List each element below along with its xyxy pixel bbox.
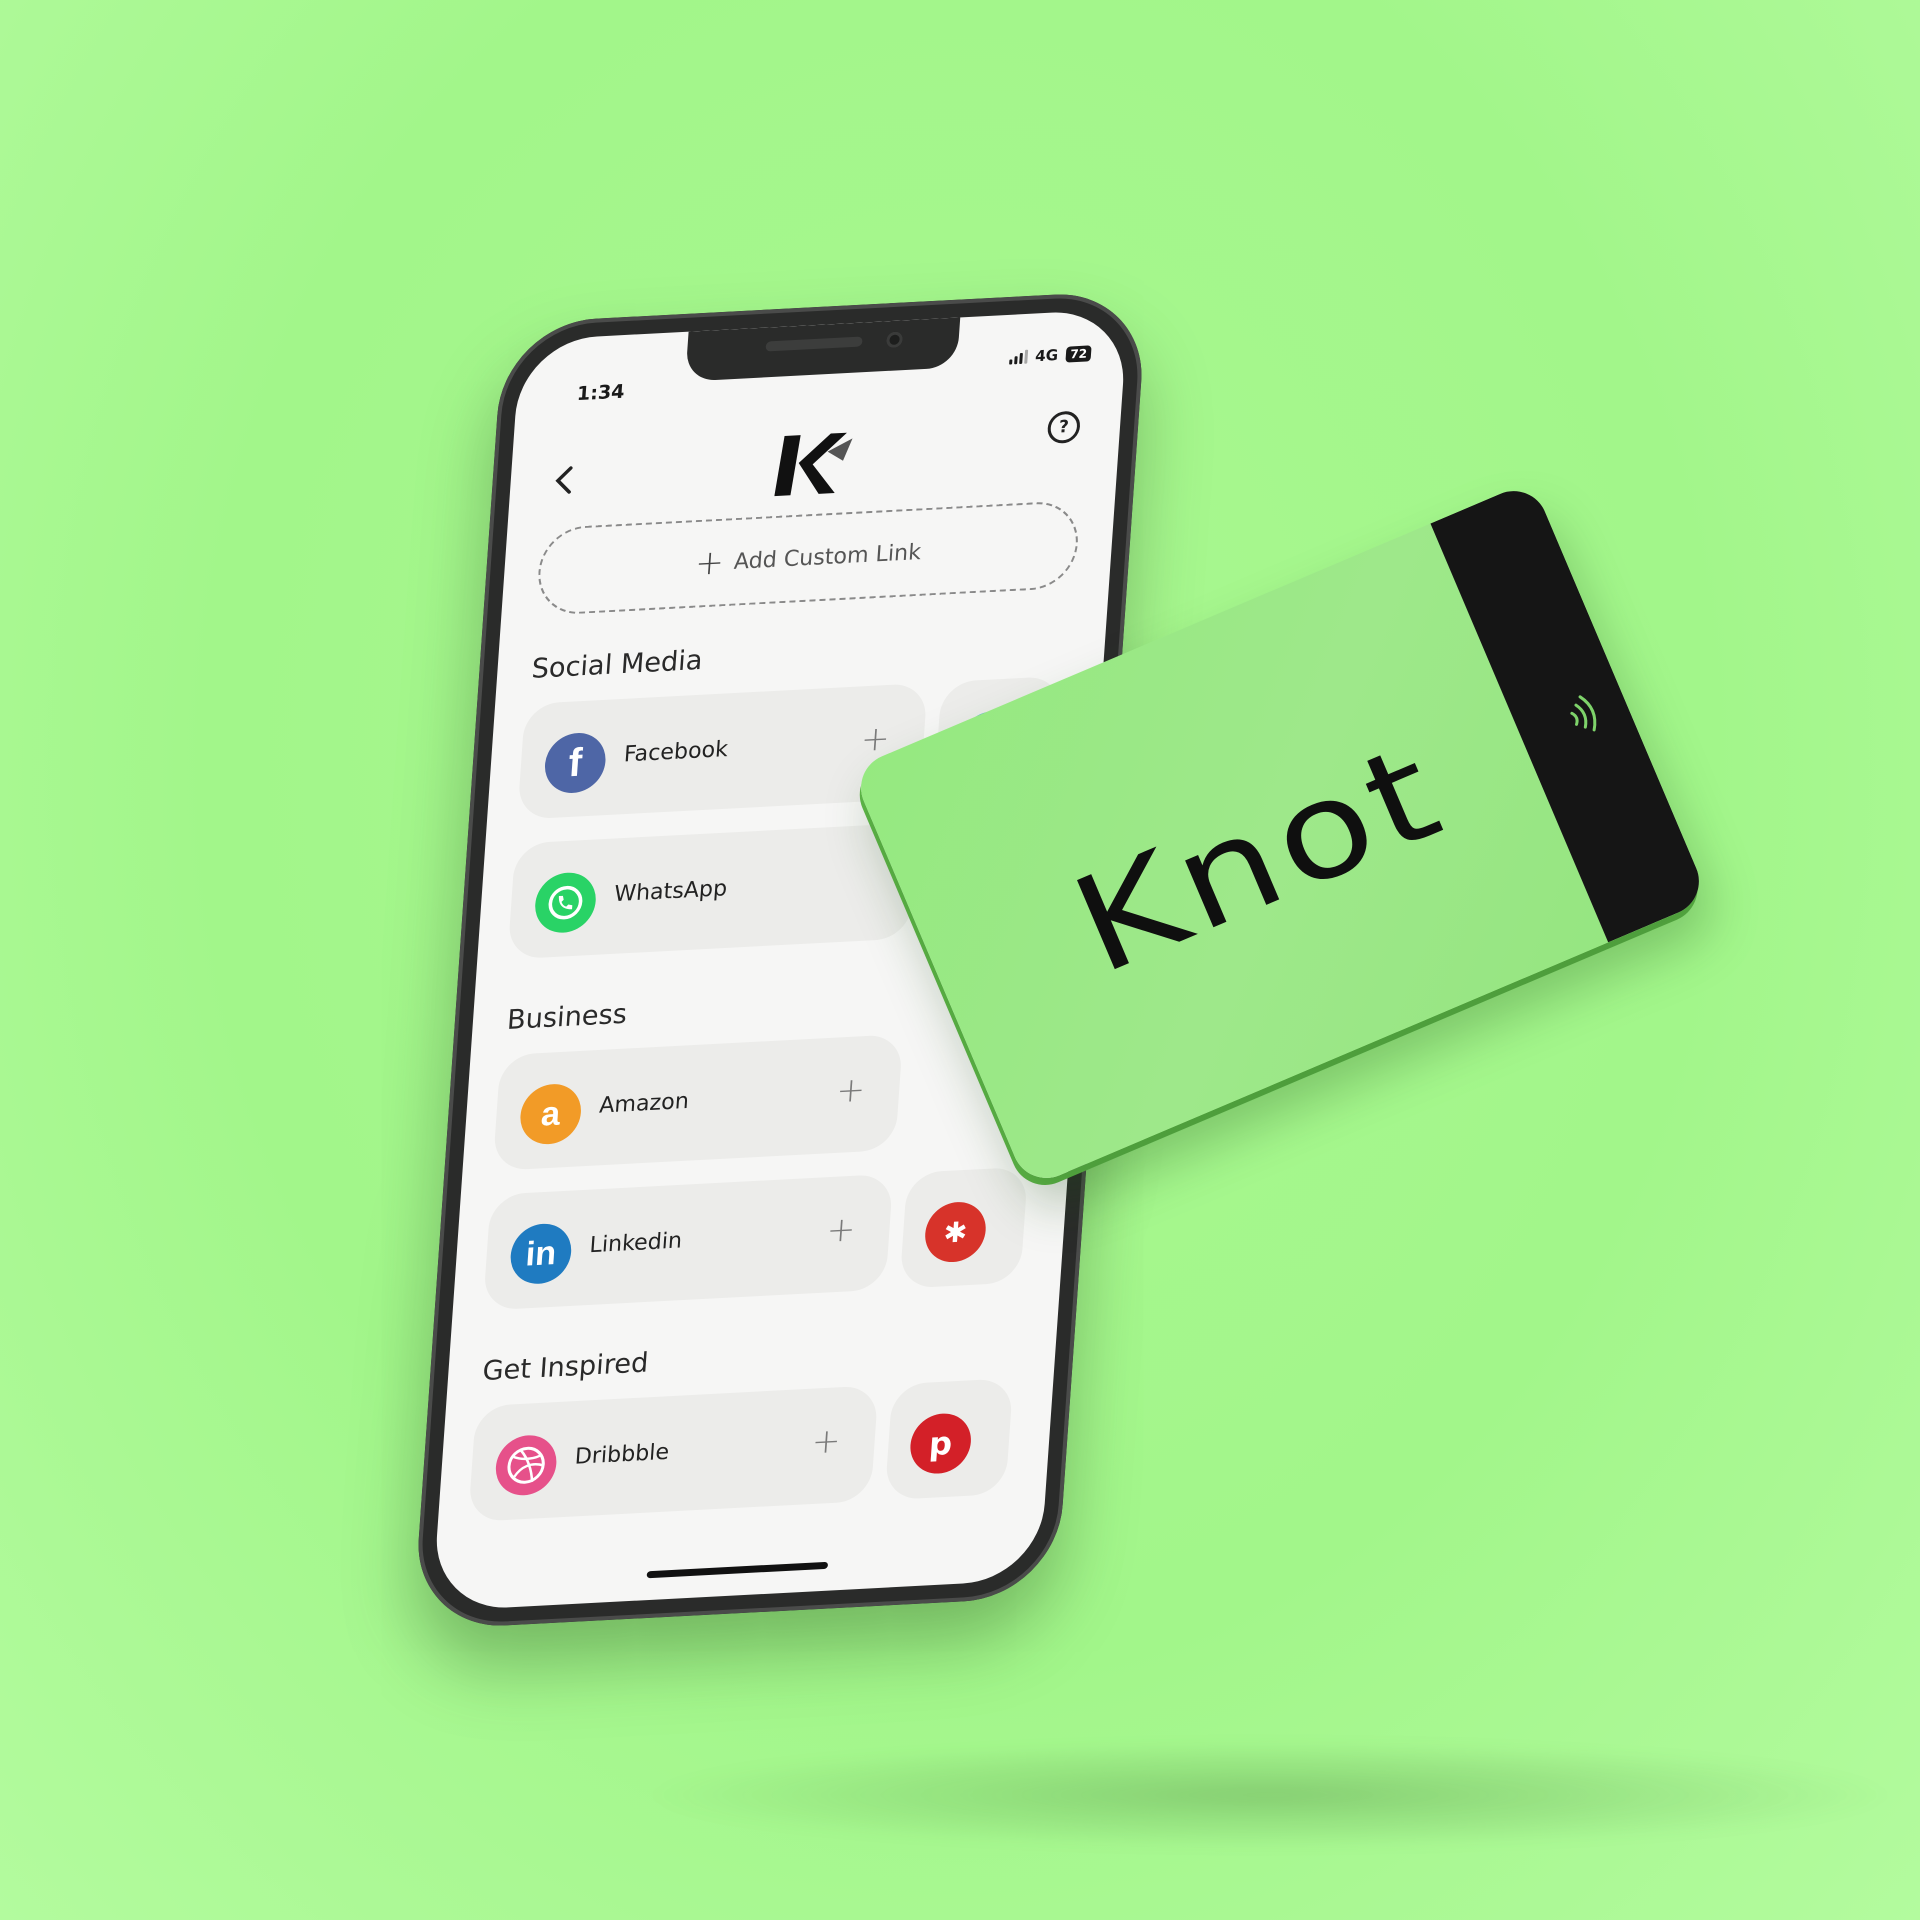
whatsapp-icon	[533, 871, 598, 935]
pinterest-icon: p	[908, 1412, 973, 1476]
amazon-icon: a	[518, 1082, 583, 1146]
link-item-amazon[interactable]: a Amazon +	[492, 1034, 904, 1171]
network-label: 4G	[1034, 346, 1059, 366]
back-button[interactable]	[551, 465, 576, 502]
chevron-left-icon	[555, 466, 573, 494]
camera-icon	[885, 331, 904, 349]
link-label: Amazon	[598, 1088, 690, 1119]
home-indicator	[646, 1561, 829, 1579]
help-button[interactable]: ?	[1046, 410, 1082, 445]
link-label: Facebook	[623, 737, 729, 768]
add-linkedin-button[interactable]: +	[825, 1209, 856, 1250]
link-label: WhatsApp	[613, 876, 728, 908]
dribbble-icon	[493, 1433, 559, 1497]
yelp-icon: ✱	[923, 1200, 988, 1264]
facebook-icon: f	[542, 731, 608, 795]
notch	[685, 317, 961, 382]
add-custom-link-button[interactable]: + Add Custom Link	[535, 499, 1081, 617]
card-brand: Knot	[1052, 712, 1465, 1005]
signal-icon	[1008, 349, 1028, 365]
section-title-business: Business	[506, 998, 628, 1036]
section-title-social: Social Media	[530, 644, 704, 685]
linkedin-icon: in	[508, 1222, 574, 1286]
add-dribbble-button[interactable]: +	[811, 1421, 842, 1462]
status-indicators: 4G 72	[1008, 344, 1092, 366]
plus-icon: +	[693, 542, 726, 584]
link-item-yelp[interactable]: ✱	[899, 1166, 1029, 1289]
link-label: Linkedin	[588, 1228, 683, 1259]
add-amazon-button[interactable]: +	[835, 1070, 866, 1111]
knot-logo-icon	[774, 432, 853, 497]
add-custom-link-label: Add Custom Link	[733, 539, 922, 575]
status-time: 1:34	[576, 380, 626, 406]
section-title-inspired: Get Inspired	[481, 1347, 650, 1388]
battery-icon: 72	[1065, 345, 1092, 363]
link-item-linkedin[interactable]: in Linkedin +	[482, 1173, 894, 1311]
link-item-pinterest[interactable]: p	[884, 1378, 1014, 1501]
link-item-dribbble[interactable]: Dribbble +	[468, 1385, 879, 1523]
link-item-whatsapp[interactable]: WhatsApp	[507, 822, 918, 960]
floor-shadow	[640, 1740, 1900, 1850]
link-label: Dribbble	[573, 1439, 670, 1470]
question-icon: ?	[1058, 417, 1070, 438]
speaker	[765, 336, 863, 352]
